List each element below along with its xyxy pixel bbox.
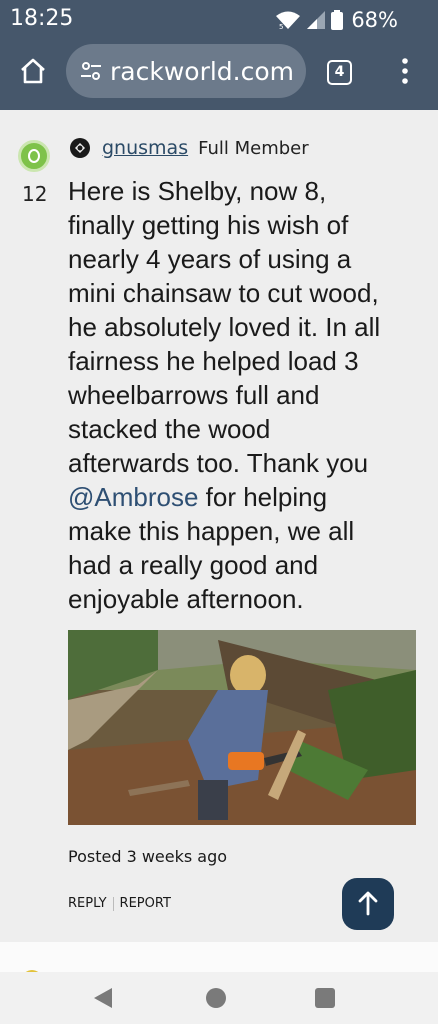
body-line: finally getting his wish of — [68, 210, 349, 240]
body-line-mention: @Ambrose for helping — [68, 480, 428, 514]
next-post-preview — [0, 942, 438, 990]
body-line: nearly 4 years of using a — [68, 244, 352, 274]
post-actions: REPLY REPORT — [68, 896, 171, 911]
mention-link[interactable]: @Ambrose — [68, 482, 198, 512]
wifi-icon: 5 — [276, 11, 301, 30]
action-divider — [112, 896, 114, 911]
body-line: Here is Shelby, now 8, — [68, 176, 327, 206]
arrow-up-icon — [358, 891, 378, 916]
reply-link[interactable]: REPLY — [68, 896, 107, 911]
status-icons: 5 68% — [275, 8, 398, 32]
back-icon[interactable] — [94, 988, 112, 1008]
battery-icon — [331, 10, 344, 30]
status-time: 18:25 — [10, 6, 74, 31]
body-line: he absolutely loved it. In all — [68, 312, 381, 342]
body-line: mini chainsaw to cut wood, — [68, 278, 379, 308]
browser-toolbar: rackworld.com 4 — [0, 40, 438, 110]
address-bar[interactable]: rackworld.com — [66, 44, 306, 98]
body-line: afterwards too. Thank you — [68, 448, 369, 478]
post-body: Here is Shelby, now 8, finally getting h… — [68, 174, 428, 616]
top-chrome: 18:25 5 68% rackworld.com 4 — [0, 0, 438, 110]
posted-time: Posted 3 weeks ago — [68, 847, 228, 866]
signal-icon — [307, 11, 326, 29]
user-avatar[interactable] — [18, 140, 50, 172]
body-line: enjoyable afternoon. — [68, 584, 304, 614]
body-line: make this happen, we all — [68, 516, 355, 546]
scroll-to-top-button[interactable] — [342, 878, 394, 930]
tab-switcher-button[interactable]: 4 — [327, 60, 352, 85]
home-circle-icon[interactable] — [206, 988, 226, 1008]
body-line-fragment: for helping — [198, 482, 328, 512]
post-author-row: gnusmas Full Member — [68, 136, 309, 160]
battery-percent: 68% — [351, 8, 398, 32]
status-bar: 18:25 5 68% — [0, 0, 438, 40]
report-link[interactable]: REPORT — [120, 896, 171, 911]
body-line: stacked the wood — [68, 414, 271, 444]
forum-post: 12 gnusmas Full Member Here is Shelby, n… — [0, 110, 438, 942]
site-settings-icon[interactable] — [80, 60, 102, 82]
vote-count: 12 — [22, 182, 48, 206]
body-line: wheelbarrows full and — [68, 380, 320, 410]
svg-text:5: 5 — [279, 23, 283, 30]
post-photo[interactable] — [68, 630, 416, 825]
member-rank: Full Member — [198, 137, 309, 159]
home-icon[interactable] — [18, 56, 48, 86]
avatar-glyph-icon — [28, 149, 40, 163]
more-options-icon[interactable] — [395, 56, 415, 86]
username-link[interactable]: gnusmas — [102, 137, 188, 159]
member-badge-icon — [70, 138, 90, 158]
url-text[interactable]: rackworld.com — [110, 57, 294, 86]
recent-apps-icon[interactable] — [315, 988, 335, 1008]
body-line: fairness he helped load 3 — [68, 346, 359, 376]
system-nav-bar — [0, 972, 438, 1024]
body-line: had a really good and — [68, 550, 319, 580]
